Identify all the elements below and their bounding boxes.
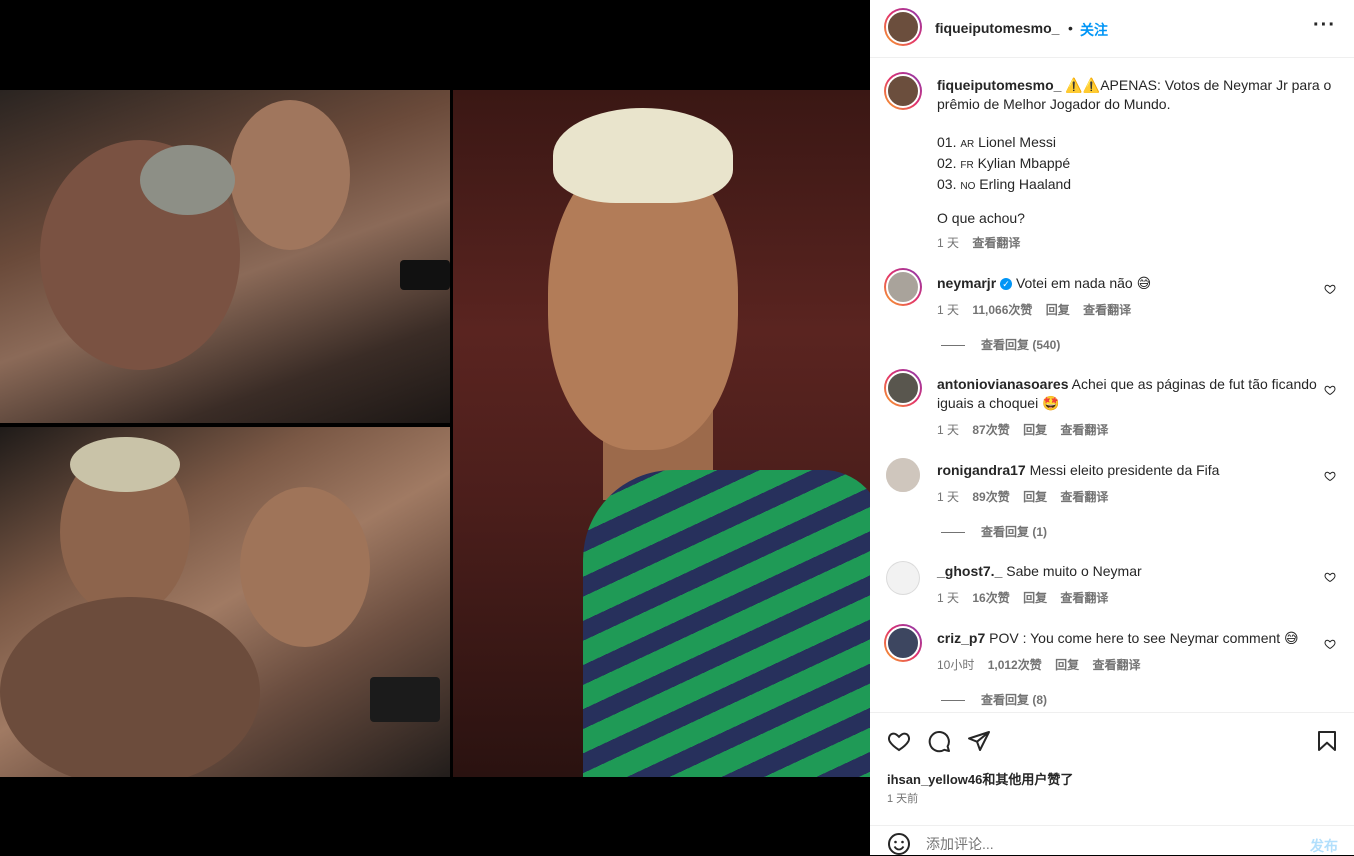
comment-meta: 1 天 87次赞 回复 查看翻译 bbox=[937, 423, 1109, 437]
comment-text: antoniovianasoares Achei que as páginas … bbox=[937, 376, 1317, 411]
avatar[interactable] bbox=[884, 624, 922, 662]
comment-bar: 发布 bbox=[870, 825, 1354, 856]
separator-dot: • bbox=[1068, 20, 1073, 36]
caption-line2: prêmio de Melhor Jogador do Mundo. bbox=[937, 96, 1171, 112]
comment-text: criz_p7 POV : You come here to see Neyma… bbox=[937, 630, 1299, 646]
comment-text: ronigandra17 Messi eleito presidente da … bbox=[937, 462, 1220, 478]
comments-scroll[interactable]: fiqueiputomesmo_ ⚠️⚠️APENAS: Votos de Ne… bbox=[870, 59, 1354, 712]
avatar[interactable] bbox=[886, 458, 920, 492]
view-replies-button[interactable]: 查看回复 (8) bbox=[941, 691, 1047, 708]
comment-username[interactable]: neymarjr bbox=[937, 275, 996, 291]
avatar[interactable] bbox=[884, 8, 922, 46]
post-header: fiqueiputomesmo_ • 关注 ··· bbox=[870, 0, 1354, 58]
caption-time[interactable]: 1 天 bbox=[937, 236, 959, 250]
posted-time[interactable]: 1 天前 bbox=[887, 790, 918, 806]
comment-icon[interactable] bbox=[927, 729, 951, 753]
avatar[interactable] bbox=[884, 369, 922, 407]
heart-icon[interactable] bbox=[1324, 283, 1336, 295]
heart-icon[interactable] bbox=[1324, 638, 1336, 650]
post-side-panel: fiqueiputomesmo_ • 关注 ··· fiqueiputomesm… bbox=[870, 0, 1354, 855]
photo-right bbox=[453, 90, 870, 777]
photo-bottom-left bbox=[0, 427, 450, 777]
comment-text: _ghost7._ Sabe muito o Neymar bbox=[937, 563, 1142, 579]
view-replies-button[interactable]: 查看回复 (540) bbox=[941, 336, 1060, 353]
post-media[interactable] bbox=[0, 0, 870, 855]
heart-icon[interactable] bbox=[887, 729, 911, 753]
heart-icon[interactable] bbox=[1324, 470, 1336, 482]
bookmark-icon[interactable] bbox=[1315, 729, 1339, 753]
caption-username[interactable]: fiqueiputomesmo_ bbox=[937, 77, 1061, 93]
avatar[interactable] bbox=[886, 561, 920, 595]
avatar[interactable] bbox=[884, 268, 922, 306]
list-item: 01. AR Lionel Messi bbox=[937, 134, 1056, 150]
comment-meta: 1 天 16次赞 回复 查看翻译 bbox=[937, 591, 1109, 605]
caption-meta: 1 天 查看翻译 bbox=[937, 234, 1020, 251]
avatar[interactable] bbox=[884, 72, 922, 110]
verified-icon: ✓ bbox=[1000, 278, 1013, 291]
emoji-icon[interactable] bbox=[887, 832, 911, 856]
photo-collage bbox=[0, 90, 870, 777]
more-icon[interactable]: ··· bbox=[1313, 14, 1336, 37]
caption: fiqueiputomesmo_ ⚠️⚠️APENAS: Votos de Ne… bbox=[937, 76, 1337, 114]
list-item: 02. FR Kylian Mbappé bbox=[937, 155, 1071, 171]
post-actions: ihsan_yellow46和其他用户赞了 1 天前 发布 bbox=[870, 712, 1354, 855]
author-username[interactable]: fiqueiputomesmo_ bbox=[935, 20, 1059, 36]
comment-meta: 10小时 1,012次赞 回复 查看翻译 bbox=[937, 658, 1141, 672]
comment-text: neymarjr ✓ Votei em nada não 😅 bbox=[937, 275, 1152, 291]
view-replies-button[interactable]: 查看回复 (1) bbox=[941, 523, 1047, 540]
follow-button[interactable]: 关注 bbox=[1080, 20, 1108, 40]
comment-meta: 1 天 89次赞 回复 查看翻译 bbox=[937, 490, 1109, 504]
comment-input[interactable] bbox=[926, 836, 1286, 852]
caption-line1: ⚠️⚠️APENAS: Votos de Neymar Jr para o bbox=[1065, 77, 1332, 93]
photo-top-left bbox=[0, 90, 450, 423]
comment-meta: 1 天 11,066次赞 回复 查看翻译 bbox=[937, 303, 1132, 317]
heart-icon[interactable] bbox=[1324, 571, 1336, 583]
heart-icon[interactable] bbox=[1324, 384, 1336, 396]
caption-list: 01. AR Lionel Messi 02. FR Kylian Mbappé… bbox=[937, 133, 1337, 196]
likes-summary[interactable]: ihsan_yellow46和其他用户赞了 bbox=[887, 769, 1073, 788]
share-icon[interactable] bbox=[967, 729, 991, 753]
caption-translate[interactable]: 查看翻译 bbox=[972, 236, 1020, 250]
post-button[interactable]: 发布 bbox=[1310, 836, 1338, 856]
list-item: 03. NO Erling Haaland bbox=[937, 176, 1072, 192]
caption-question: O que achou? bbox=[937, 210, 1025, 226]
